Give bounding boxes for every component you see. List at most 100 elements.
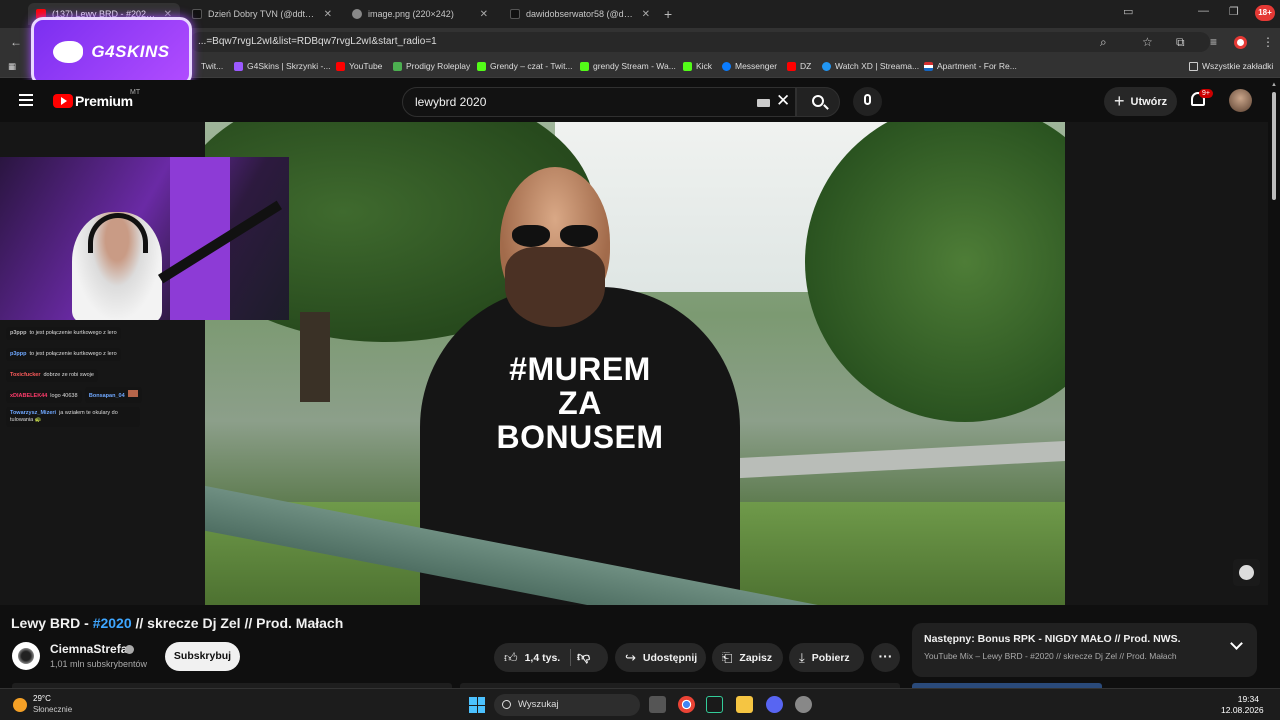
scroll-up-icon[interactable]: ▲: [1271, 82, 1277, 88]
close-tab-icon[interactable]: ✕: [324, 9, 332, 20]
create-label: Utwórz: [1130, 95, 1168, 108]
bookmark-twitch[interactable]: Twit...: [201, 61, 223, 71]
channel-name[interactable]: CiemnaStrefa: [50, 642, 127, 656]
search-icon-handle: [823, 104, 829, 110]
voice-search-button[interactable]: [853, 87, 882, 116]
bookmark-kick[interactable]: Kick: [683, 61, 712, 71]
chat-username: xDIABELEK44: [10, 393, 48, 399]
youtube-logo-icon[interactable]: [53, 94, 73, 108]
scrollbar-thumb[interactable]: [1272, 92, 1276, 200]
channel-watermark-icon[interactable]: [1233, 559, 1260, 586]
reading-list-icon[interactable]: ≡: [1210, 35, 1217, 49]
clock-time[interactable]: 19:34: [1221, 694, 1259, 704]
thumbs-up-icon[interactable]: 👍︎: [504, 650, 518, 666]
tab-title: image.png (220×242): [368, 9, 454, 19]
channel-avatar[interactable]: [12, 642, 40, 670]
sun-weather-icon[interactable]: [13, 698, 27, 712]
g4skins-brand-text: G4SKINS: [91, 41, 170, 61]
chevron-down-icon[interactable]: [1230, 637, 1243, 650]
bookmark-dz[interactable]: DZ: [787, 61, 811, 71]
bookmark-messenger[interactable]: Messenger: [722, 61, 777, 71]
bookmark-grendy-chat[interactable]: Grendy – czat - Twit...: [477, 61, 573, 71]
folder-icon: [1189, 61, 1198, 71]
close-tab-icon[interactable]: ✕: [642, 9, 650, 20]
browser-nav-bar: ← ...=Bqw7rvgL2wI&list=RDBqw7rvgL2wI&sta…: [0, 28, 1280, 56]
youtube-icon: [787, 61, 796, 71]
search-box[interactable]: lewybrd 2020 ✕: [402, 87, 796, 117]
bookmark-prodigy[interactable]: Prodigy Roleplay: [393, 61, 470, 71]
hamburger-menu-icon[interactable]: [19, 94, 33, 106]
chat-message: p3ppp to jest połączenie kurtkowego z ler…: [6, 327, 121, 340]
profile-icon[interactable]: [1234, 36, 1247, 49]
taskbar-search[interactable]: Wyszukaj: [494, 694, 640, 716]
streamer-webcam: [0, 157, 289, 320]
apps-icon[interactable]: ▦: [8, 61, 16, 72]
bookmark-label: DZ: [800, 61, 812, 71]
browser-menu-icon[interactable]: ⋮: [1262, 35, 1274, 49]
address-bar[interactable]: ...=Bqw7rvgL2wI&list=RDBqw7rvgL2wI&start…: [190, 32, 1210, 52]
chrome-icon[interactable]: [678, 696, 695, 713]
download-button[interactable]: ⤓ Pobierz: [789, 643, 864, 672]
clear-search-icon[interactable]: ✕: [776, 91, 790, 111]
terminal-app-icon[interactable]: [706, 696, 723, 713]
close-tab-icon[interactable]: ✕: [480, 9, 488, 20]
bookmark-label: YouTube: [349, 61, 383, 71]
tab-image[interactable]: image.png (220×242) ✕: [344, 3, 496, 25]
all-bookmarks[interactable]: Wszystkie zakładki: [1189, 61, 1273, 71]
clock-date[interactable]: 12.08.2026: [1221, 705, 1264, 715]
account-avatar[interactable]: [1229, 89, 1252, 112]
more-actions-button[interactable]: ···: [871, 643, 900, 672]
page-scrollbar[interactable]: ▲: [1268, 80, 1280, 688]
zoom-icon[interactable]: ⌕: [1100, 35, 1107, 50]
bookmark-g4skins[interactable]: G4Skins | Skrzynki -...: [234, 61, 330, 71]
task-view-icon[interactable]: [649, 696, 666, 713]
start-menu-icon[interactable]: [469, 697, 485, 713]
bookmark-youtube[interactable]: YouTube: [336, 61, 382, 71]
save-button[interactable]: ⎗ Zapisz: [712, 643, 783, 672]
search-input[interactable]: lewybrd 2020: [415, 95, 486, 109]
thumbs-down-icon[interactable]: 👎︎: [577, 649, 590, 665]
file-explorer-icon[interactable]: [736, 696, 753, 713]
bookmark-apartment[interactable]: Apartment - For Re...: [924, 61, 1017, 71]
flag-icon: [924, 61, 933, 71]
chat-username: Bonsapan_04: [88, 393, 125, 399]
search-button[interactable]: [796, 87, 840, 117]
bookmark-star-icon[interactable]: ☆: [1142, 35, 1153, 49]
steam-icon[interactable]: [795, 696, 812, 713]
up-next-card[interactable]: Następny: Bonus RPK - NIGDY MAŁO // Prod…: [912, 623, 1257, 677]
emote-icon: [127, 390, 138, 397]
cast-icon[interactable]: ▭: [1123, 5, 1133, 18]
chat-username: Towarzysz_Mizeri: [10, 410, 57, 416]
video-tree-right: [805, 122, 1065, 422]
bookmark-grendy-stream[interactable]: grendy Stream - Wa...: [580, 61, 676, 71]
video-title: Lewy BRD - #2020 // skrecze Dj Zel // Pr…: [11, 615, 343, 631]
adult-badge[interactable]: 18+: [1255, 5, 1275, 21]
keyboard-icon[interactable]: [757, 99, 770, 107]
discord-icon[interactable]: [766, 696, 783, 713]
new-tab-button[interactable]: +: [664, 6, 672, 22]
back-icon[interactable]: ←: [10, 35, 22, 49]
chat-text: to jest połączenie kurtkowego z lero: [29, 330, 117, 336]
download-label: Pobierz: [811, 651, 850, 664]
youtube-premium-label[interactable]: Premium: [75, 93, 133, 109]
up-next-subtitle: YouTube Mix – Lewy BRD - #2020 // skrecz…: [924, 651, 1177, 661]
weather-temperature[interactable]: 29°C: [33, 694, 51, 703]
tiktok-favicon-icon: [510, 9, 520, 19]
g4skins-overlay-logo: G4SKINS: [31, 17, 192, 86]
weather-description[interactable]: Słonecznie: [33, 705, 72, 714]
subscribe-button[interactable]: Subskrybuj: [165, 642, 240, 671]
title-hashtag-link[interactable]: #2020: [93, 615, 132, 631]
bookmark-watchxd[interactable]: Watch XD | Streama...: [822, 61, 919, 71]
share-button[interactable]: ↪ Udostępnij: [615, 643, 706, 672]
minimize-icon[interactable]: —: [1198, 5, 1209, 17]
extensions-icon[interactable]: ⧉: [1176, 35, 1185, 50]
create-button[interactable]: + Utwórz: [1104, 87, 1177, 116]
shirt-slogan-line: BONUSEM: [496, 419, 664, 455]
maximize-icon[interactable]: ❐: [1229, 5, 1239, 18]
video-frame[interactable]: #MUREM ZA BONUSEM: [205, 122, 1065, 605]
like-count[interactable]: 1,4 tys.: [525, 652, 561, 664]
tab-tiktok-dawid[interactable]: dawidobserwator58 (@dawidobserwator58) ✕: [502, 3, 658, 25]
tab-tiktok-ddtvn[interactable]: Dzień Dobry TVN (@ddtvn) | TikTok ✕: [184, 3, 340, 25]
bookmark-label: Kick: [696, 61, 713, 71]
chat-text: logo 40638: [50, 393, 78, 399]
